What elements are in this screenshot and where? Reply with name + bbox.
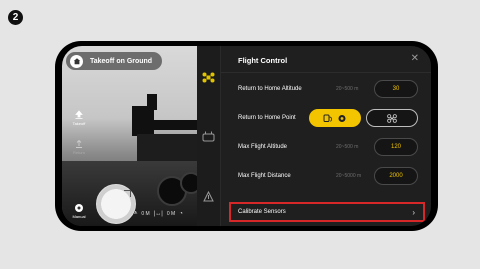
title-divider [221, 72, 431, 73]
max-distance-label: Max Flight Distance [238, 173, 291, 179]
rth-point-label: Return to Home Point [238, 115, 296, 121]
rth-point-row: Return to Home Point [238, 108, 421, 128]
step-number-badge: 2 [8, 10, 23, 25]
return-home-button-label: Return [72, 150, 85, 155]
remote-controller-icon[interactable] [202, 131, 215, 142]
aircraft-settings-icon[interactable] [202, 72, 215, 83]
return-home-icon [76, 139, 82, 148]
max-distance-row: Max Flight Distance 20~5000 m 2000 [238, 166, 421, 186]
close-icon[interactable]: ✕ [411, 54, 419, 64]
takeoff-button[interactable]: Takeoff [68, 110, 90, 126]
expand-arrow-icon [124, 190, 131, 197]
max-distance-range: 20~5000 m [336, 173, 362, 179]
flight-control-panel: Flight Control ✕ Return to Home Altitude… [221, 46, 431, 226]
altitude-icon: ⩚ [134, 210, 138, 216]
scene-roof [154, 120, 197, 130]
scene-wheel [180, 172, 197, 194]
calibrate-sensors-item[interactable]: Calibrate Sensors › [229, 202, 425, 222]
scene-building [132, 106, 154, 136]
manual-button-label: Manual [72, 214, 86, 219]
distance-icon: |↔| [153, 210, 163, 217]
distance-readout: 0 M [166, 210, 176, 217]
rth-altitude-row: Return to Home Altitude 20~500 m 30 [238, 79, 421, 99]
aircraft-location-icon [387, 113, 397, 123]
rth-altitude-label: Return to Home Altitude [238, 86, 302, 92]
attitude-radar[interactable] [96, 184, 136, 224]
takeoff-icon [75, 110, 83, 119]
controller-location-icon [323, 114, 332, 122]
speed-gauge-icon: ◔ [179, 210, 183, 217]
location-target-icon [338, 114, 346, 122]
panel-title: Flight Control [238, 56, 288, 65]
max-altitude-label: Max Flight Altitude [238, 144, 288, 150]
max-distance-input[interactable]: 2000 [374, 167, 418, 185]
rth-point-toggle [309, 109, 418, 127]
altitude-readout: 0 M [141, 210, 150, 217]
settings-category-rail [197, 46, 221, 226]
max-altitude-input[interactable]: 120 [374, 138, 418, 156]
takeoff-button-label: Takeoff [72, 121, 86, 126]
rth-option-controller[interactable] [366, 109, 418, 127]
rth-option-aircraft[interactable] [309, 109, 361, 127]
manual-icon [75, 204, 83, 212]
takeoff-status-pill[interactable]: Takeoff on Ground [66, 52, 163, 70]
scene-chimney [147, 94, 157, 110]
camera-view: Takeoff on Ground Takeoff Return Manual … [62, 46, 197, 226]
app-screen: Takeoff on Ground Takeoff Return Manual … [62, 46, 431, 226]
manual-button[interactable]: Manual [68, 203, 90, 219]
obstacle-sensing-icon[interactable] [202, 191, 215, 202]
max-altitude-row: Max Flight Altitude 20~500 m 120 [238, 137, 421, 157]
rth-altitude-input[interactable]: 30 [374, 80, 418, 98]
home-icon [70, 54, 83, 68]
rth-altitude-range: 20~500 m [336, 86, 359, 92]
phone-frame: Takeoff on Ground Takeoff Return Manual … [55, 41, 438, 231]
takeoff-status-label: Takeoff on Ground [90, 57, 153, 65]
max-altitude-range: 20~500 m [336, 144, 359, 150]
chevron-right-icon: › [412, 207, 415, 217]
telemetry-bar: ⩚ 0 M |↔| 0 M ◔ [134, 210, 183, 217]
calibrate-sensors-label: Calibrate Sensors [238, 209, 286, 215]
return-home-button[interactable]: Return [68, 139, 90, 155]
